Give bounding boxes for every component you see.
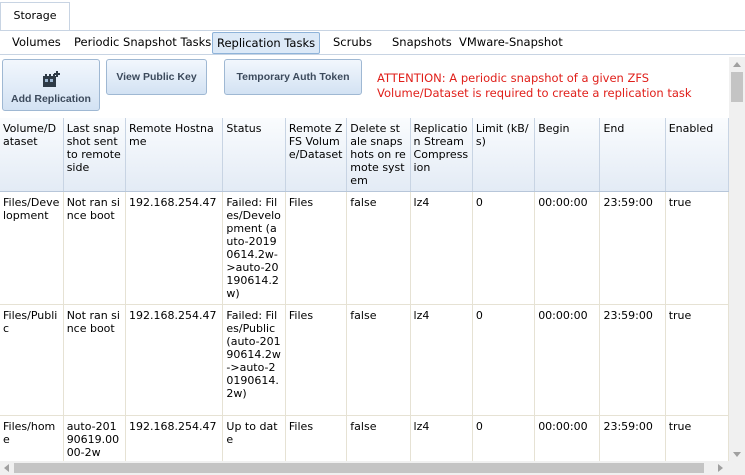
cell-end: 23:59:00 [599,304,666,416]
top-tab-bar: Storage [0,0,745,30]
scroll-right-icon[interactable] [718,464,723,472]
cell-delete-stale: false [346,415,411,461]
cell-remote-zfs-volume: Files [285,304,348,416]
tab-replication-tasks[interactable]: Replication Tasks [212,32,321,54]
sub-tab-bar: Volumes Periodic Snapshot Tasks Replicat… [0,30,745,55]
cell-end: 23:59:00 [599,191,666,305]
cell-delete-stale: false [346,191,411,305]
tab-storage[interactable]: Storage [0,2,70,30]
vertical-scroll-thumb[interactable] [731,72,743,102]
view-public-key-button[interactable]: View Public Key [106,59,207,95]
scroll-up-icon[interactable] [733,62,741,67]
temporary-auth-token-label: Temporary Auth Token [236,71,350,83]
cell-begin: 00:00:00 [534,304,601,416]
tab-scrubs[interactable]: Scrubs [329,32,376,54]
horizontal-scrollbar[interactable] [0,461,729,475]
cell-enabled: true [665,304,729,416]
cell-end: 23:59:00 [599,415,666,461]
cell-remote-hostname: 192.168.254.47 [125,304,224,416]
tab-snapshots[interactable]: Snapshots [388,32,456,54]
add-replication-icon [43,70,60,87]
column-header-enabled[interactable]: Enabled [665,118,729,192]
column-header-end[interactable]: End [599,118,666,192]
cell-limit: 0 [472,304,536,416]
cell-enabled: true [665,415,729,461]
cell-status: Up to date [222,415,286,461]
temporary-auth-token-button[interactable]: Temporary Auth Token [224,59,362,95]
attention-message: ATTENTION: A periodic snapshot of a give… [377,71,692,100]
cell-begin: 00:00:00 [534,191,601,305]
cell-limit: 0 [472,415,536,461]
table-header-row: Volume/Dataset Last snapshot sent to rem… [0,118,729,192]
vertical-scrollbar[interactable] [729,57,745,461]
column-header-status[interactable]: Status [222,118,286,192]
cell-stream-compression: lz4 [410,191,473,305]
table-row[interactable]: Files/home auto-20190619.0000-2w 192.168… [0,415,729,461]
view-public-key-label: View Public Key [116,71,197,83]
cell-volume-dataset: Files/home [0,415,64,461]
table-row[interactable]: Files/Public Not ran since boot 192.168.… [0,304,729,416]
column-header-remote-hostname[interactable]: Remote Hostname [125,118,224,192]
cell-stream-compression: lz4 [410,415,473,461]
tab-periodic-snapshot-tasks[interactable]: Periodic Snapshot Tasks [70,32,215,54]
cell-last-snapshot: auto-20190619.0000-2w [63,415,127,461]
column-header-last-snapshot[interactable]: Last snapshot sent to remote side [63,118,127,192]
column-header-delete-stale[interactable]: Delete stale snapshots on remote system [346,118,411,192]
cell-begin: 00:00:00 [534,415,601,461]
cell-stream-compression: lz4 [410,304,473,416]
scrollbar-corner [729,461,745,475]
cell-status: Failed: Files/Development (auto-20190614… [222,191,286,305]
cell-last-snapshot: Not ran since boot [63,191,127,305]
column-header-limit[interactable]: Limit (kB/s) [472,118,536,192]
tab-vmware-snapshot[interactable]: VMware-Snapshot [455,32,567,54]
column-header-remote-zfs-volume[interactable]: Remote ZFS Volume/Dataset [285,118,348,192]
column-header-stream-compression[interactable]: Replication Stream Compression [410,118,473,192]
cell-limit: 0 [472,191,536,305]
cell-remote-zfs-volume: Files [285,415,348,461]
horizontal-scroll-thumb[interactable] [14,463,704,473]
tab-volumes[interactable]: Volumes [8,32,65,54]
scroll-down-icon[interactable] [733,452,741,457]
replication-table: Volume/Dataset Last snapshot sent to rem… [0,118,729,461]
toolbar: Add Replication View Public Key Temporar… [0,55,729,117]
add-replication-label: Add Replication [11,92,91,105]
column-header-volume-dataset[interactable]: Volume/Dataset [0,118,64,192]
cell-status: Failed: Files/Public (auto-20190614.2w->… [222,304,286,416]
add-replication-button[interactable]: Add Replication [2,59,100,111]
column-header-begin[interactable]: Begin [534,118,601,192]
cell-remote-zfs-volume: Files [285,191,348,305]
cell-enabled: true [665,191,729,305]
cell-volume-dataset: Files/Public [0,304,64,416]
cell-volume-dataset: Files/Development [0,191,64,305]
scroll-left-icon[interactable] [4,464,9,472]
replication-tasks-grid: Volume/Dataset Last snapshot sent to rem… [0,118,729,461]
cell-delete-stale: false [346,304,411,416]
table-row[interactable]: Files/Development Not ran since boot 192… [0,191,729,305]
cell-last-snapshot: Not ran since boot [63,304,127,416]
cell-remote-hostname: 192.168.254.47 [125,191,224,305]
cell-remote-hostname: 192.168.254.47 [125,415,224,461]
